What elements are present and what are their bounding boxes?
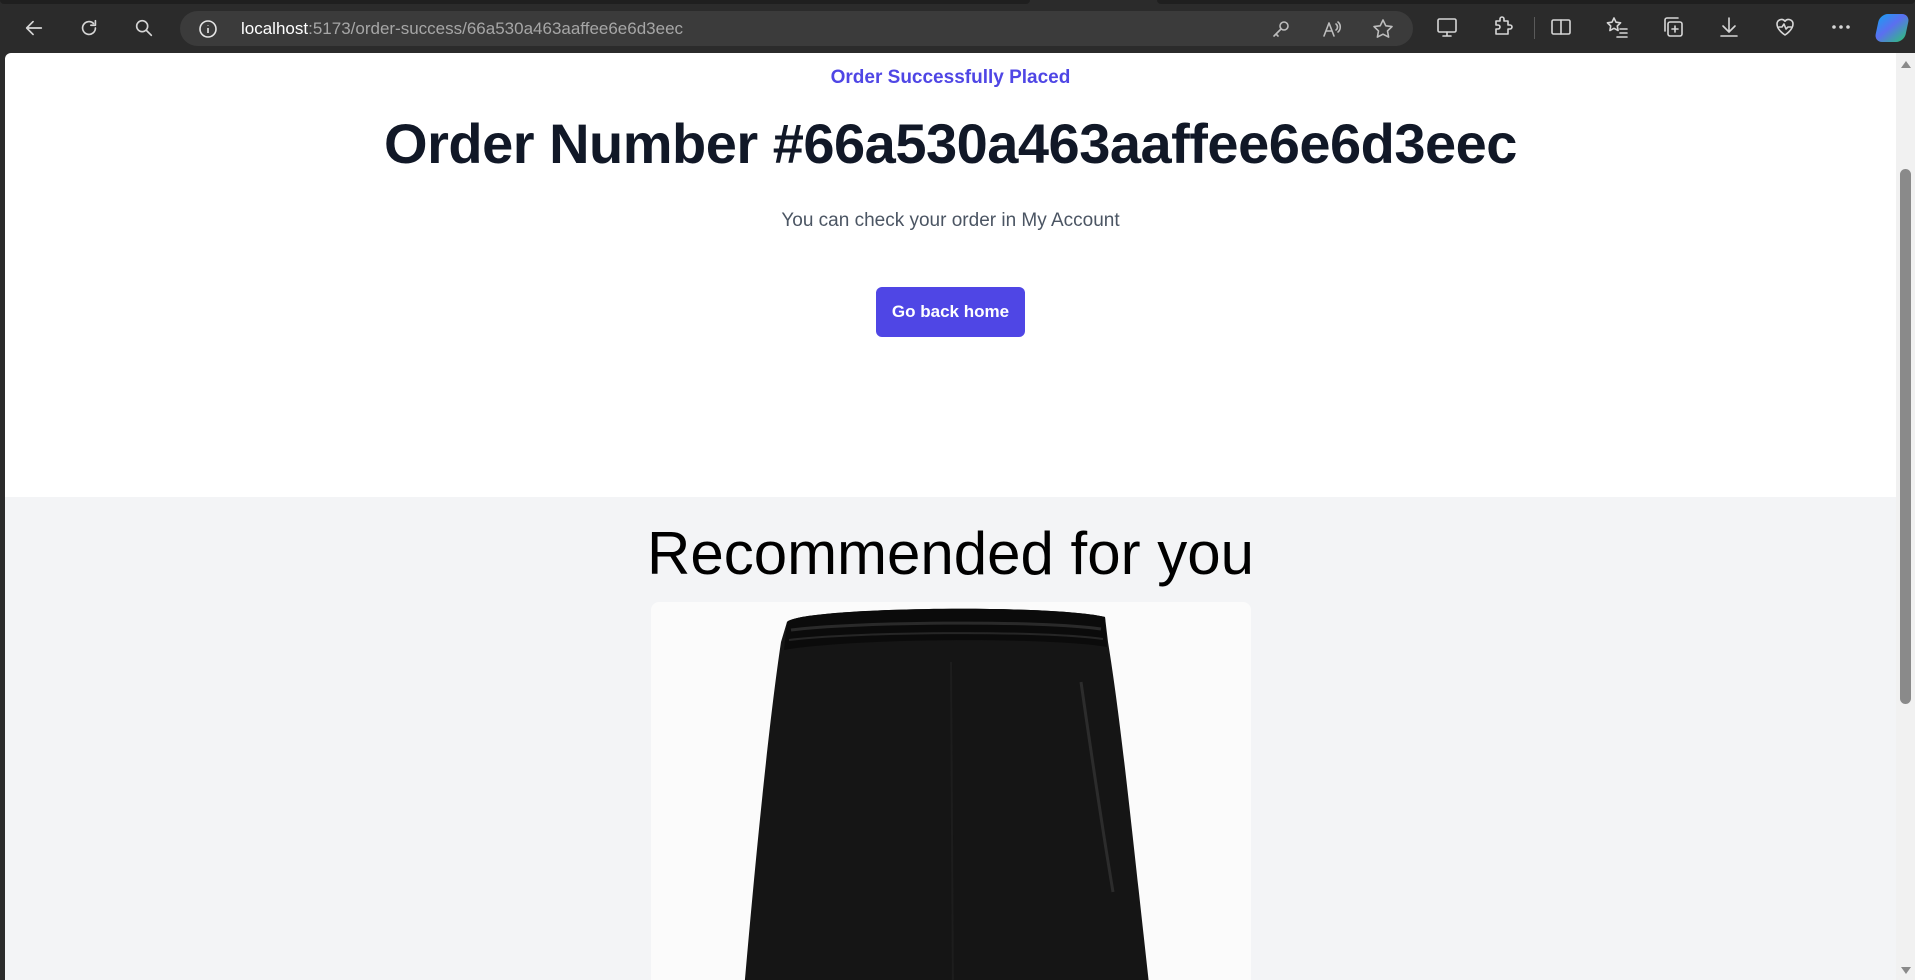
tab-strip	[0, 0, 1030, 4]
product-card[interactable]	[651, 602, 1251, 980]
screen-cast-icon[interactable]	[1435, 15, 1461, 41]
toolbar-divider	[1534, 17, 1535, 39]
recommended-title: Recommended for you	[647, 520, 1254, 587]
collections-icon[interactable]	[1661, 15, 1687, 41]
read-aloud-icon[interactable]	[1321, 18, 1343, 40]
search-icon[interactable]	[127, 11, 161, 45]
order-success-label: Order Successfully Placed	[830, 67, 1071, 88]
scroll-down-arrow-icon[interactable]	[1901, 967, 1911, 974]
go-back-home-button[interactable]: Go back home	[876, 287, 1025, 337]
tab-strip-right	[1157, 0, 1915, 4]
copilot-icon[interactable]	[1874, 14, 1910, 42]
url-host: localhost	[241, 19, 309, 38]
recommended-section: Recommended for you	[5, 497, 1896, 980]
url-path: :5173/order-success/66a530a463aaffee6e6d…	[308, 19, 684, 38]
order-number-heading: Order Number #66a530a463aaffee6e6d3eec	[384, 112, 1517, 175]
key-icon[interactable]	[1270, 18, 1292, 40]
site-info-icon[interactable]	[198, 19, 218, 39]
downloads-icon[interactable]	[1717, 15, 1743, 41]
product-image-black-shorts	[744, 608, 1149, 980]
favorite-star-icon[interactable]	[1372, 18, 1394, 40]
scroll-up-arrow-icon[interactable]	[1901, 61, 1911, 68]
back-icon[interactable]	[17, 11, 51, 45]
browser-essentials-icon[interactable]	[1773, 15, 1799, 41]
more-icon[interactable]	[1829, 15, 1855, 41]
favorites-icon[interactable]	[1605, 15, 1631, 41]
address-bar[interactable]: localhost:5173/order-success/66a530a463a…	[180, 11, 1413, 46]
refresh-icon[interactable]	[72, 11, 106, 45]
account-note: You can check your order in My Account	[781, 210, 1120, 231]
split-screen-icon[interactable]	[1549, 15, 1575, 41]
page-viewport: Order Successfully Placed Order Number #…	[5, 53, 1896, 980]
page-scrollbar[interactable]	[1896, 53, 1915, 980]
browser-toolbar: localhost:5173/order-success/66a530a463a…	[0, 0, 1915, 53]
extensions-icon[interactable]	[1491, 15, 1517, 41]
url-text[interactable]: localhost:5173/order-success/66a530a463a…	[241, 19, 683, 39]
scroll-thumb[interactable]	[1900, 169, 1911, 704]
